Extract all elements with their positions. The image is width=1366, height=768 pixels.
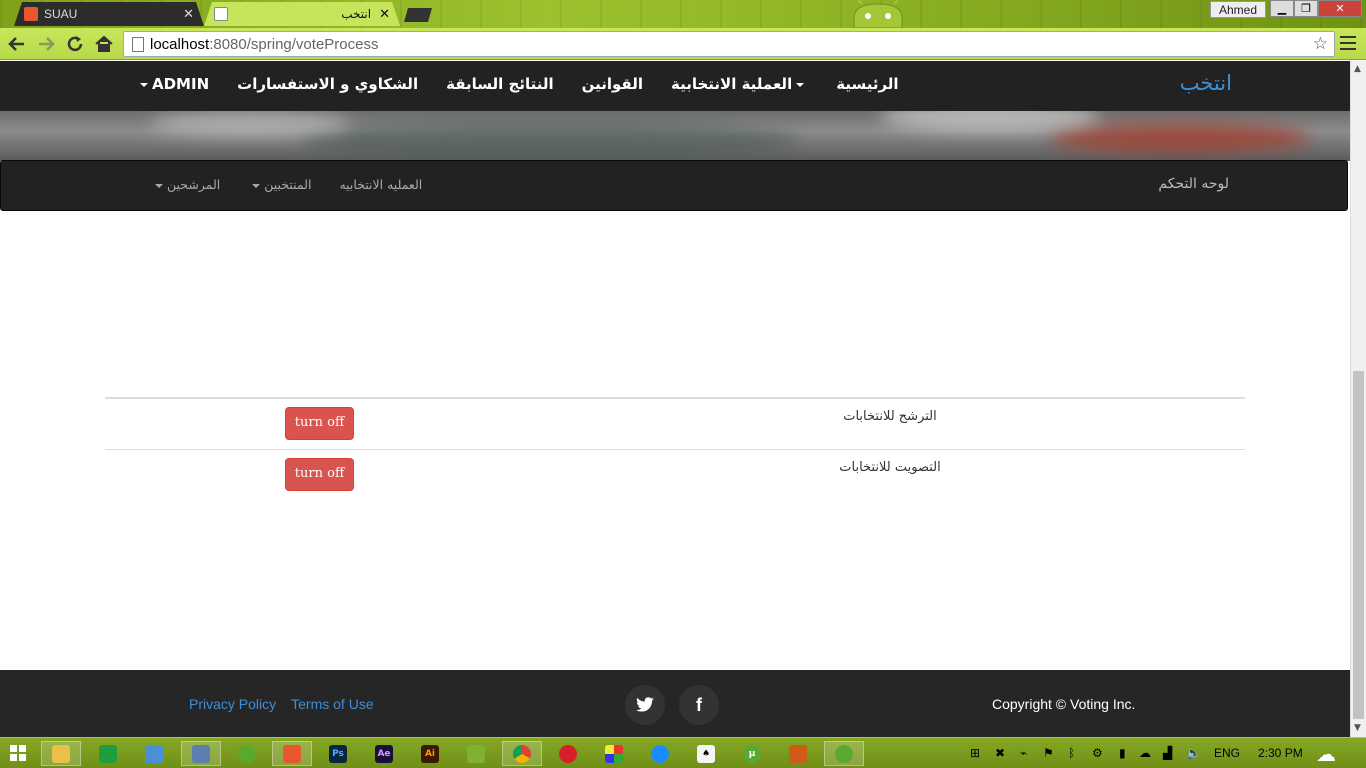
solitaire-icon[interactable]: ♠ bbox=[686, 741, 726, 766]
windows-taskbar: Ps Ae Ai ♠ µ ⊞ ✖ ⌁ ⚑ ᛒ ⚙ ▮ ☁ ▟ 🔈 ENG 2:3… bbox=[0, 737, 1366, 768]
chrome-icon[interactable] bbox=[502, 741, 542, 766]
tab-title: انتخب bbox=[341, 7, 372, 21]
page-scrollbar[interactable]: ▲ ▼ bbox=[1350, 61, 1366, 737]
forward-icon[interactable] bbox=[34, 32, 58, 56]
nav-item-rules[interactable]: القوانين bbox=[568, 75, 657, 93]
table-row: الترشح للانتخابات turn off bbox=[105, 399, 1245, 450]
tray-bluetooth-icon[interactable]: ᛒ bbox=[1068, 746, 1075, 760]
language-indicator[interactable]: ENG bbox=[1214, 746, 1240, 760]
file-explorer-icon[interactable] bbox=[41, 741, 81, 766]
main-navbar: انتخب الرئيسية العملية الانتخابية القوان… bbox=[0, 61, 1350, 111]
xampp-icon[interactable] bbox=[272, 741, 312, 766]
android-logo-icon bbox=[853, 0, 903, 28]
dashboard-brand[interactable]: لوحه التحكم bbox=[1158, 176, 1229, 192]
weather-cloud-icon[interactable]: ☁ bbox=[1316, 742, 1336, 767]
new-tab-button[interactable] bbox=[404, 8, 432, 22]
bookmark-star-icon[interactable]: ☆ bbox=[1313, 34, 1328, 54]
browser-toolbar: localhost:8080/spring/voteProcess ☆ bbox=[0, 28, 1366, 60]
terms-of-use-link[interactable]: Terms of Use bbox=[291, 696, 373, 712]
browser-menu-icon[interactable] bbox=[1340, 34, 1356, 52]
site-brand[interactable]: انتخب bbox=[1180, 71, 1232, 95]
caret-down-icon bbox=[796, 82, 805, 87]
close-icon[interactable]: ✕ bbox=[379, 6, 390, 22]
turn-off-candidacy-button[interactable]: turn off bbox=[285, 407, 354, 440]
nav-item-home[interactable]: الرئيسية bbox=[822, 75, 912, 93]
facebook-icon[interactable]: f bbox=[679, 685, 719, 725]
tab-vote[interactable]: انتخب ✕ bbox=[204, 2, 400, 26]
admin-nav-item-election-process[interactable]: العمليه الانتخابيه bbox=[325, 177, 436, 192]
tray-windows-icon[interactable]: ⊞ bbox=[970, 746, 980, 760]
row-label: الترشح للانتخابات bbox=[843, 409, 937, 424]
caret-down-icon bbox=[140, 82, 148, 87]
store-icon[interactable] bbox=[88, 741, 128, 766]
clock[interactable]: 2:30 PM bbox=[1258, 746, 1303, 760]
window-controls: ▁ ❐ ✕ bbox=[1270, 0, 1362, 17]
nav-item-election-process[interactable]: العملية الانتخابية bbox=[657, 75, 822, 93]
row-label: التصويت للانتخابات bbox=[839, 460, 941, 475]
page-viewport: انتخب الرئيسية العملية الانتخابية القوان… bbox=[0, 61, 1350, 737]
reload-icon[interactable] bbox=[63, 32, 87, 56]
settings-table: الترشح للانتخابات turn off التصويت للانت… bbox=[105, 397, 1245, 501]
spring-tool-icon[interactable] bbox=[227, 741, 267, 766]
turn-off-voting-button[interactable]: turn off bbox=[285, 458, 354, 491]
messenger-icon[interactable] bbox=[640, 741, 680, 766]
tray-volume-icon[interactable]: 🔈 bbox=[1186, 746, 1201, 760]
copyright-text: Copyright © Voting Inc. bbox=[992, 696, 1136, 712]
admin-nav-menu: العمليه الانتخابيه المنتخبين المرشحين bbox=[137, 177, 436, 192]
caret-down-icon bbox=[155, 183, 163, 188]
admin-navbar: لوحه التحكم العمليه الانتخابيه المنتخبين… bbox=[0, 160, 1348, 211]
scrollbar-thumb[interactable] bbox=[1353, 371, 1364, 719]
opera-icon[interactable] bbox=[548, 741, 588, 766]
page-favicon-icon bbox=[214, 7, 228, 21]
caret-down-icon bbox=[252, 183, 261, 188]
back-icon[interactable] bbox=[5, 32, 29, 56]
photoshop-icon[interactable]: Ps bbox=[318, 741, 358, 766]
tray-cloud-icon[interactable]: ☁ bbox=[1139, 746, 1151, 760]
profile-button[interactable]: Ahmed bbox=[1210, 1, 1266, 18]
close-icon[interactable]: ✕ bbox=[183, 6, 194, 22]
footer-links: Privacy Policy Terms of Use bbox=[189, 696, 374, 712]
windows-start-icon[interactable] bbox=[10, 745, 26, 761]
twitter-icon[interactable] bbox=[625, 685, 665, 725]
colorful-app-icon[interactable] bbox=[594, 741, 634, 766]
admin-nav-item-candidates[interactable]: المرشحين bbox=[137, 177, 234, 192]
privacy-policy-link[interactable]: Privacy Policy bbox=[189, 696, 276, 712]
tray-battery-icon[interactable]: ▮ bbox=[1119, 746, 1126, 760]
xampp-icon bbox=[24, 7, 38, 21]
tray-network-app-icon[interactable]: ⚙ bbox=[1092, 746, 1103, 760]
main-nav-menu: الرئيسية العملية الانتخابية القوانين الن… bbox=[122, 75, 913, 93]
matlab-icon[interactable] bbox=[778, 741, 818, 766]
address-bar[interactable]: localhost:8080/spring/voteProcess ☆ bbox=[123, 31, 1335, 57]
page-footer: Privacy Policy Terms of Use f Copyright … bbox=[0, 670, 1350, 737]
page-icon bbox=[132, 36, 144, 52]
virtualbox-icon[interactable] bbox=[181, 741, 221, 766]
utorrent-icon[interactable]: µ bbox=[732, 741, 772, 766]
close-window-icon[interactable]: ✕ bbox=[1318, 0, 1362, 17]
after-effects-icon[interactable]: Ae bbox=[364, 741, 404, 766]
admin-nav-item-voters[interactable]: المنتخبين bbox=[234, 177, 325, 192]
tray-xampp-icon[interactable]: ✖ bbox=[995, 746, 1005, 760]
url-text: localhost:8080/spring/voteProcess bbox=[150, 35, 379, 53]
scroll-down-icon[interactable]: ▼ bbox=[1354, 723, 1361, 733]
illustrator-icon[interactable]: Ai bbox=[410, 741, 450, 766]
spring-tool-icon[interactable] bbox=[824, 741, 864, 766]
tray-usb-icon[interactable]: ⌁ bbox=[1020, 746, 1027, 760]
tab-title: SUAU bbox=[44, 7, 78, 21]
table-row: التصويت للانتخابات turn off bbox=[105, 450, 1245, 501]
social-links: f bbox=[625, 685, 719, 725]
scroll-up-icon[interactable]: ▲ bbox=[1354, 64, 1361, 74]
nav-item-admin[interactable]: ADMIN bbox=[122, 75, 223, 93]
android-studio-icon[interactable] bbox=[456, 741, 496, 766]
tray-flag-icon[interactable]: ⚑ bbox=[1043, 746, 1054, 760]
tray-network-icon[interactable]: ▟ bbox=[1163, 746, 1172, 760]
minimize-icon[interactable]: ▁ bbox=[1270, 0, 1294, 17]
files-icon[interactable] bbox=[134, 741, 174, 766]
tab-suau[interactable]: SUAU ✕ bbox=[14, 2, 204, 26]
home-icon[interactable] bbox=[92, 32, 116, 56]
hero-banner-image bbox=[0, 111, 1350, 161]
maximize-icon[interactable]: ❐ bbox=[1294, 0, 1318, 17]
nav-item-previous-results[interactable]: النتائج السابقة bbox=[432, 75, 568, 93]
nav-item-complaints[interactable]: الشكاوي و الاستفسارات bbox=[223, 75, 432, 93]
